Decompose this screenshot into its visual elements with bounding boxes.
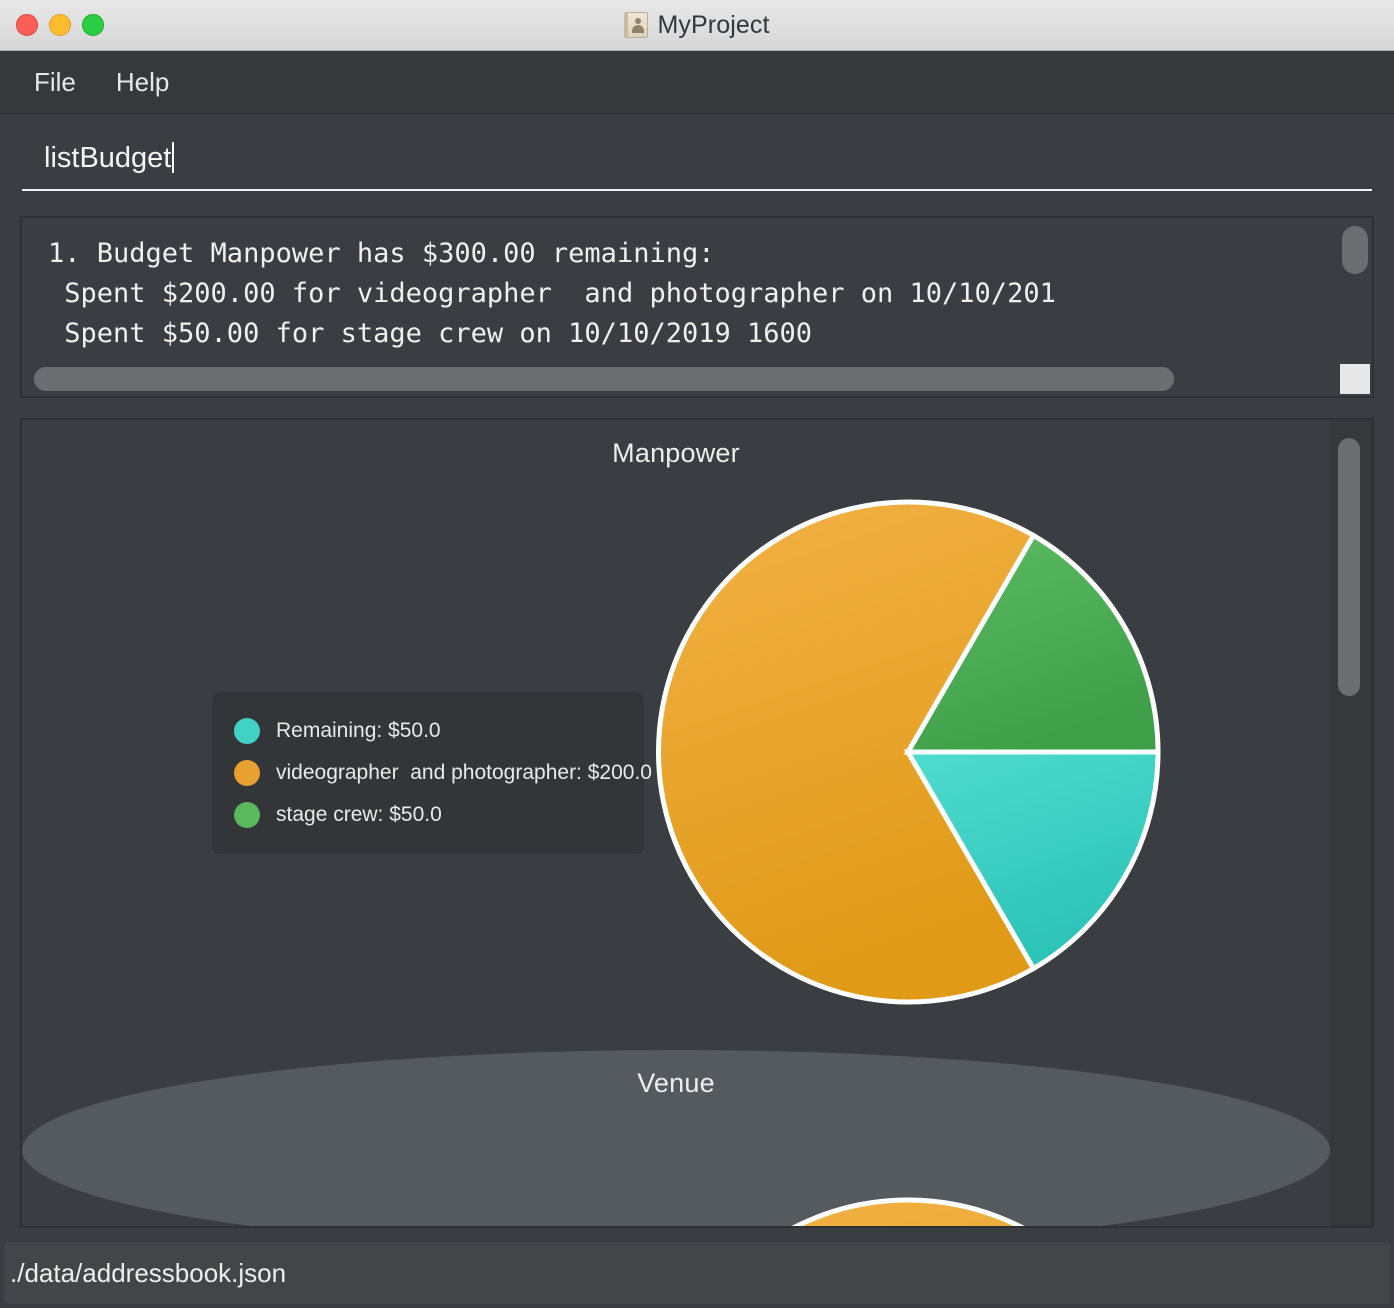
close-button[interactable] — [16, 14, 38, 36]
result-line-1: 1. Budget Manpower has $300.00 remaining… — [48, 238, 715, 269]
legend-item[interactable]: stage crew: $50.0 — [234, 794, 624, 836]
legend-swatch-videographer — [234, 760, 260, 786]
chart-panel-manpower: Manpower Remaining: $50.0 videographer a… — [22, 420, 1330, 1050]
result-text: 1. Budget Manpower has $300.00 remaining… — [48, 234, 1056, 354]
command-input-area: listBudget — [0, 114, 1394, 200]
text-caret — [172, 142, 175, 173]
status-file-path: ./data/addressbook.json — [10, 1257, 287, 1288]
addressbook-icon — [624, 12, 649, 38]
charts-container: Manpower Remaining: $50.0 videographer a… — [20, 418, 1374, 1228]
charts-scrollport: Manpower Remaining: $50.0 videographer a… — [22, 420, 1330, 1226]
command-input[interactable]: listBudget — [22, 123, 1372, 191]
result-horizontal-scrollbar-thumb[interactable] — [34, 367, 1174, 391]
scrollbar-corner — [1340, 364, 1370, 394]
charts-vertical-scrollbar-thumb[interactable] — [1338, 438, 1360, 696]
result-line-2: Spent $200.00 for videographer and photo… — [48, 278, 1056, 309]
title-bar: MyProject — [0, 0, 1394, 51]
legend-item[interactable]: videographer and photographer: $200.0 — [234, 752, 652, 794]
result-line-3: Spent $50.00 for stage crew on 10/10/201… — [48, 318, 813, 349]
legend-swatch-remaining — [234, 718, 260, 744]
window-title: MyProject — [657, 10, 770, 39]
result-vertical-scrollbar-thumb[interactable] — [1342, 226, 1368, 274]
pie-chart-venue — [22, 1050, 1330, 1226]
command-input-value: listBudget — [44, 142, 172, 174]
minimize-button[interactable] — [49, 14, 71, 36]
zoom-button[interactable] — [82, 14, 104, 36]
pie-slice-venue-videographer[interactable] — [658, 1197, 1158, 1226]
result-horizontal-scrollbar[interactable] — [22, 362, 1338, 396]
legend-label-videographer: videographer and photographer: $200.0 — [276, 761, 652, 784]
chart-panel-venue: Venue — [22, 1050, 1330, 1226]
pie-svg-manpower — [655, 499, 1161, 1005]
menu-bar: File Help — [0, 51, 1394, 114]
window-controls[interactable] — [16, 14, 104, 36]
menu-item-help[interactable]: Help — [116, 67, 169, 98]
menu-item-file[interactable]: File — [34, 67, 76, 98]
legend-item[interactable]: Remaining: $50.0 — [234, 710, 624, 752]
app-window: MyProject File Help listBudget 1. Budget… — [0, 0, 1394, 1308]
charts-vertical-scrollbar[interactable] — [1330, 420, 1372, 1226]
legend-swatch-stage-crew — [234, 802, 260, 828]
pie-svg-venue — [658, 1197, 1158, 1226]
legend-label-remaining: Remaining: $50.0 — [276, 719, 441, 742]
chart-legend-manpower: Remaining: $50.0 videographer and photog… — [212, 692, 652, 854]
legend-label-stage-crew: stage crew: $50.0 — [276, 803, 442, 826]
status-bar: ./data/addressbook.json — [4, 1242, 1390, 1304]
result-display[interactable]: 1. Budget Manpower has $300.00 remaining… — [20, 216, 1374, 398]
result-vertical-scrollbar[interactable] — [1338, 218, 1372, 362]
title-center: MyProject — [0, 0, 1394, 50]
